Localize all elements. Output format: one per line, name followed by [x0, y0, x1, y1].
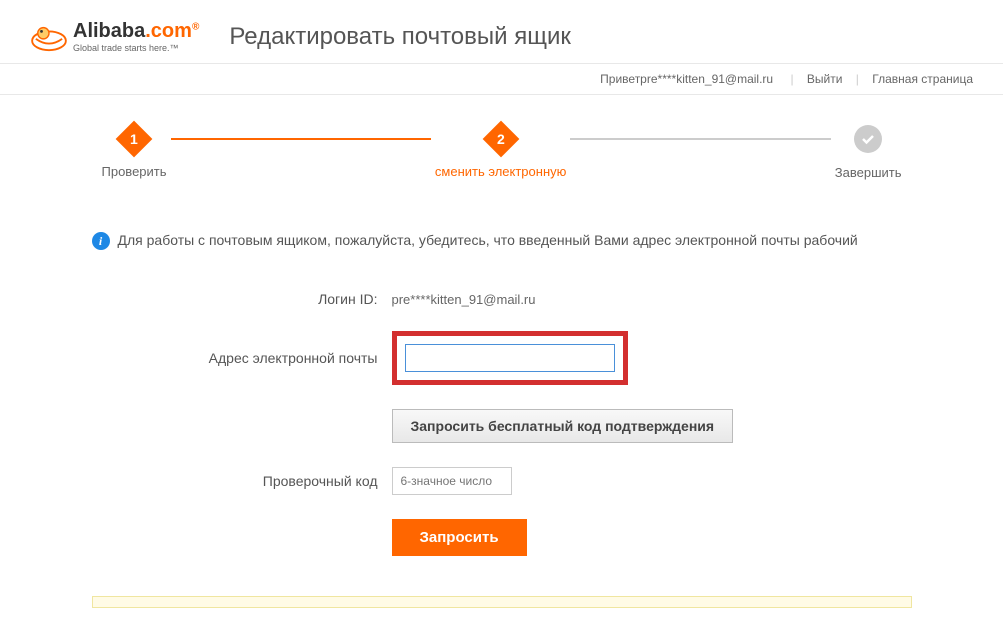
- step-3-badge: [854, 125, 882, 153]
- logo[interactable]: Alibaba.com® Global trade starts here.™: [30, 20, 199, 53]
- progress-steps: 1 Проверить 2 сменить электронную Заверш…: [92, 125, 912, 180]
- step-3: Завершить: [835, 125, 902, 180]
- step-3-label: Завершить: [835, 165, 902, 180]
- greeting-text: Приветpre****kitten_91@mail.ru: [600, 72, 773, 86]
- request-code-button[interactable]: Запросить бесплатный код подтверждения: [392, 409, 734, 443]
- info-message: i Для работы с почтовым ящиком, пожалуйс…: [92, 230, 912, 251]
- verify-code-input[interactable]: [392, 467, 512, 495]
- info-icon: i: [92, 232, 110, 250]
- login-id-value: pre****kitten_91@mail.ru: [392, 292, 536, 307]
- step-line-1: [171, 138, 431, 140]
- logout-link[interactable]: Выйти: [807, 72, 843, 86]
- page-title: Редактировать почтовый ящик: [229, 23, 571, 51]
- home-link[interactable]: Главная страница: [872, 72, 973, 86]
- alibaba-logo-icon: [30, 22, 68, 52]
- login-id-label: Логин ID:: [92, 291, 392, 307]
- logo-brand: Alibaba.com®: [73, 20, 199, 43]
- email-highlight-box: [392, 331, 628, 385]
- step-line-2: [570, 138, 830, 140]
- step-1-label: Проверить: [102, 164, 167, 179]
- step-2-label: сменить электронную: [435, 164, 566, 179]
- info-text: Для работы с почтовым ящиком, пожалуйста…: [118, 230, 858, 251]
- step-1-badge: 1: [116, 121, 153, 158]
- step-1: 1 Проверить: [102, 126, 167, 179]
- verify-code-label: Проверочный код: [92, 473, 392, 489]
- bottom-banner: [92, 596, 912, 608]
- topbar: Приветpre****kitten_91@mail.ru | Выйти |…: [0, 64, 1003, 95]
- step-2-badge: 2: [482, 121, 519, 158]
- step-2: 2 сменить электронную: [435, 126, 566, 179]
- check-icon: [860, 131, 876, 147]
- email-input[interactable]: [405, 344, 615, 372]
- email-label: Адрес электронной почты: [92, 350, 392, 366]
- submit-button[interactable]: Запросить: [392, 519, 527, 556]
- logo-tagline: Global trade starts here.™: [73, 43, 199, 53]
